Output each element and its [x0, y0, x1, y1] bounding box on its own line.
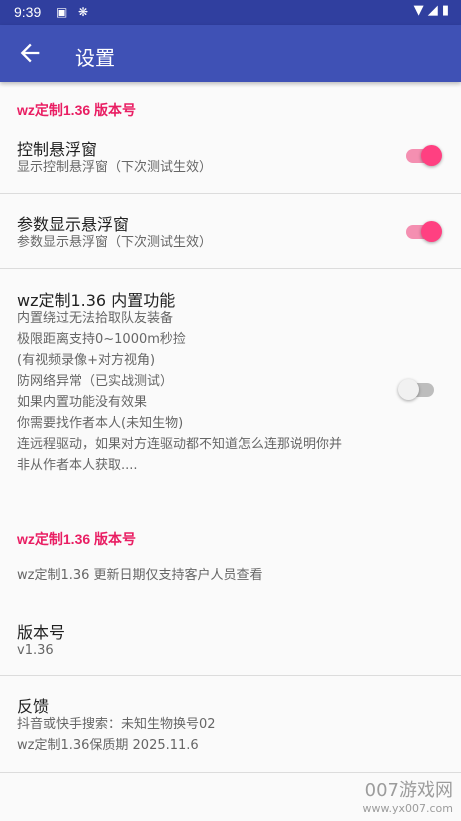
watermark-url: www.yx007.com — [362, 802, 453, 815]
bug-icon: ❋ — [78, 5, 89, 19]
pref-update-info[interactable]: wz定制1.36 更新日期仅支持客户人员查看 — [0, 556, 461, 596]
battery-icon: ▮ — [441, 3, 449, 18]
pref-summary-line: 防网络异常（已实战测试） — [17, 374, 174, 389]
category-header-version: wz定制1.36 版本号 — [17, 102, 137, 118]
wifi-icon: ▼ — [413, 3, 424, 18]
toggle-switch[interactable] — [404, 143, 444, 167]
pref-summary: v1.36 — [17, 643, 54, 658]
pref-summary-line: (有视频录像+对方视角) — [17, 353, 156, 368]
pref-summary-line: 内置绕过无法拾取队友装备 — [17, 311, 174, 326]
switch-thumb — [398, 379, 419, 400]
pref-summary-line: 抖音或快手搜索：未知生物换号02 — [17, 717, 216, 732]
divider — [0, 675, 461, 676]
toggle-switch[interactable] — [404, 219, 444, 243]
divider — [0, 193, 461, 194]
pref-summary-line: 极限距离支持0~1000m秒捡 — [17, 332, 186, 347]
status-icons: ▼ ◢ ▮ — [414, 3, 449, 18]
divider — [0, 268, 461, 269]
status-time: 9:39 — [14, 4, 42, 20]
pref-summary-line: 非从作者本人获取.... — [17, 458, 138, 473]
pref-summary: wz定制1.36 更新日期仅支持客户人员查看 — [17, 568, 263, 583]
status-bar: 9:39 ▣ ❋ ▼ ◢ ▮ — [0, 0, 461, 25]
watermark-brand: 007游戏网 — [364, 780, 453, 801]
pref-summary: 参数显示悬浮窗（下次测试生效） — [17, 235, 213, 250]
pref-summary-line: 连远程驱动，如果对方连驱动都不知道怎么连那说明你并 — [17, 437, 343, 452]
pref-summary-line: 你需要找作者本人(未知生物) — [17, 416, 184, 431]
pref-summary-line: wz定制1.36保质期 2025.11.6 — [17, 738, 199, 753]
switch-thumb — [421, 145, 442, 166]
pref-control-floating-window[interactable]: 控制悬浮窗 显示控制悬浮窗（下次测试生效） — [0, 126, 461, 193]
site-watermark: 007游戏网 www.yx007.com — [363, 776, 453, 815]
pref-version[interactable]: 版本号 v1.36 — [0, 610, 461, 670]
pref-param-floating-window[interactable]: 参数显示悬浮窗 参数显示悬浮窗（下次测试生效） — [0, 200, 461, 268]
back-arrow-icon[interactable] — [16, 39, 44, 67]
pref-summary: 显示控制悬浮窗（下次测试生效） — [17, 160, 213, 175]
divider — [0, 772, 461, 773]
toggle-switch[interactable] — [398, 377, 438, 401]
app-bar: 设置 — [0, 25, 461, 82]
signal-icon: ◢ — [427, 3, 438, 18]
pref-summary-line: 如果内置功能没有效果 — [17, 395, 148, 410]
notification-icon: ▣ — [56, 5, 68, 19]
switch-thumb — [421, 221, 442, 242]
category-header-version: wz定制1.36 版本号 — [17, 531, 137, 547]
pref-feedback[interactable]: 反馈 抖音或快手搜索：未知生物换号02 wz定制1.36保质期 2025.11.… — [0, 684, 461, 770]
page-title: 设置 — [75, 46, 115, 70]
pref-builtin-features[interactable]: wz定制1.36 内置功能 内置绕过无法拾取队友装备 极限距离支持0~1000m… — [0, 276, 461, 486]
